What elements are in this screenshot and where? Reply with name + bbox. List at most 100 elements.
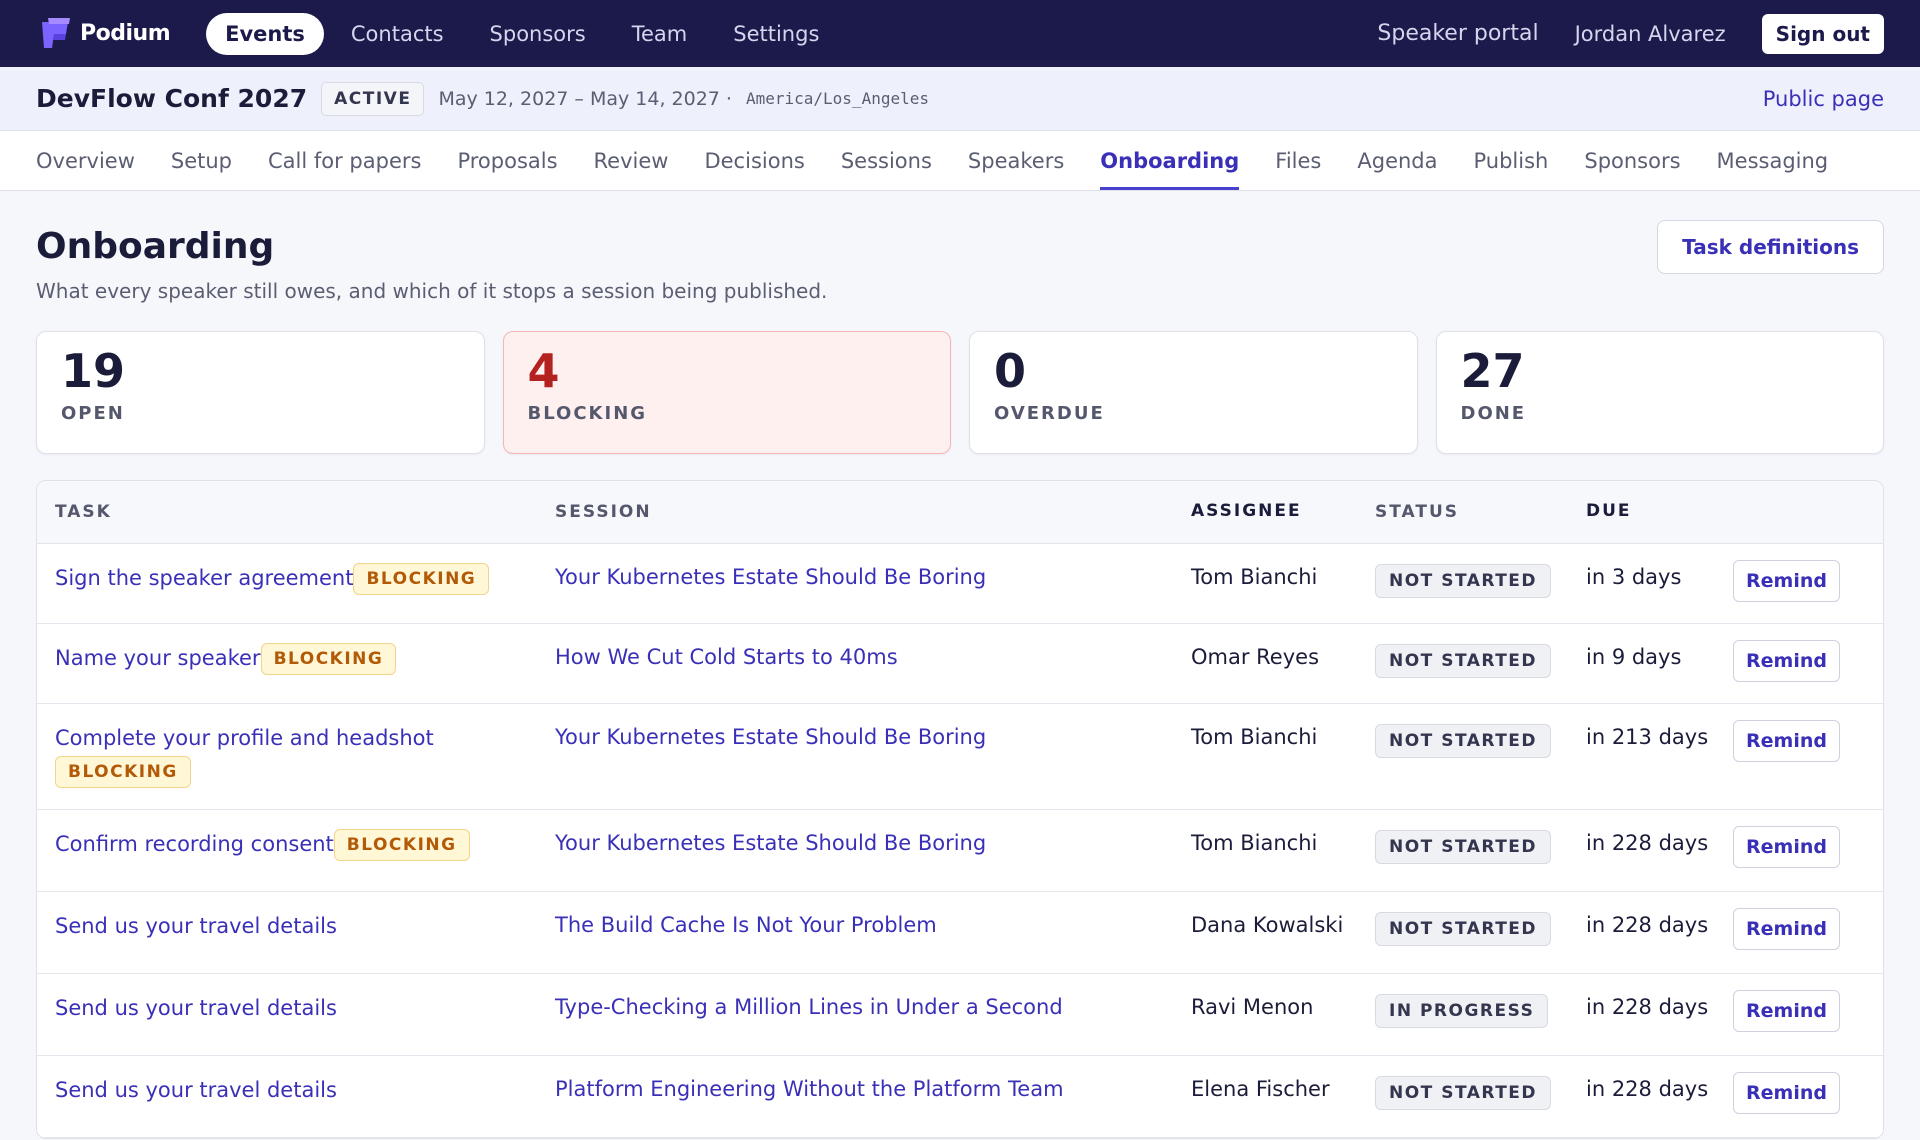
task-definitions-button[interactable]: Task definitions [1657, 220, 1884, 274]
remind-button[interactable]: Remind [1733, 908, 1840, 950]
speaker-portal-link[interactable]: Speaker portal [1377, 21, 1538, 46]
column-header-session[interactable]: SESSION [555, 502, 1191, 522]
status-badge: NOT STARTED [1375, 644, 1552, 678]
session-cell: Type-Checking a Million Lines in Under a… [555, 974, 1191, 1055]
stat-value: 19 [61, 344, 126, 398]
task-cell: Complete your profile and headshot BLOCKI… [37, 704, 555, 809]
session-cell: The Build Cache Is Not Your Problem [555, 892, 1191, 973]
task-link[interactable]: Send us your travel details [55, 1078, 337, 1102]
status-badge: NOT STARTED [1375, 564, 1552, 598]
task-cell: Send us your travel details [37, 892, 555, 973]
assignee-cell: Tom Bianchi [1191, 565, 1318, 589]
task-cell: Send us your travel details [37, 1056, 555, 1137]
session-link[interactable]: Your Kubernetes Estate Should Be Boring [555, 565, 986, 589]
main-content: Onboarding What every speaker still owes… [0, 191, 1920, 1139]
event-timezone: America/Los_Angeles [745, 89, 929, 108]
table-row: Send us your travel details Type-Checking… [37, 974, 1883, 1056]
status-cell: NOT STARTED [1375, 810, 1586, 891]
task-link[interactable]: Send us your travel details [55, 996, 337, 1020]
table-row: Name your speaker BLOCKING How We Cut Cold… [37, 624, 1883, 704]
task-link[interactable]: Sign the speaker agreement [55, 566, 353, 590]
task-cell: Confirm recording consent BLOCKING [37, 810, 555, 891]
tab-files[interactable]: Files [1275, 131, 1321, 190]
session-link[interactable]: Platform Engineering Without the Platfor… [555, 1077, 1064, 1101]
column-header-status[interactable]: STATUS [1375, 502, 1586, 522]
stat-value: 4 [527, 344, 560, 398]
table-body: Sign the speaker agreement BLOCKING Your K… [37, 544, 1883, 1138]
tab-setup[interactable]: Setup [171, 131, 232, 190]
session-cell: Platform Engineering Without the Platfor… [555, 1056, 1191, 1137]
public-page-link[interactable]: Public page [1763, 87, 1884, 111]
column-header-task[interactable]: TASK [37, 502, 555, 522]
column-header-due[interactable]: DUE [1586, 499, 1738, 525]
event-bar: DevFlow Conf 2027 ACTIVE May 12, 2027 – … [0, 67, 1920, 131]
task-link[interactable]: Confirm recording consent [55, 832, 334, 856]
remind-button[interactable]: Remind [1733, 1072, 1840, 1114]
tab-sessions[interactable]: Sessions [841, 131, 932, 190]
table-header: TASK SESSION ASSIGNEE STATUS DUE [37, 481, 1883, 544]
table-row: Confirm recording consent BLOCKING Your Ku… [37, 810, 1883, 892]
due-cell: in 3 days [1586, 565, 1682, 589]
session-cell: How We Cut Cold Starts to 40ms [555, 624, 1191, 703]
page-title: Onboarding [36, 226, 275, 267]
table-row: Sign the speaker agreement BLOCKING Your K… [37, 544, 1883, 624]
tab-agenda[interactable]: Agenda [1357, 131, 1437, 190]
nav-contacts[interactable]: Contacts [332, 13, 463, 55]
status-cell: NOT STARTED [1375, 704, 1586, 809]
session-link[interactable]: Your Kubernetes Estate Should Be Boring [555, 831, 986, 855]
event-status-badge: ACTIVE [321, 81, 425, 116]
action-cell: Remind [1733, 810, 1856, 891]
remind-button[interactable]: Remind [1733, 826, 1840, 868]
main-nav: Events Contacts Sponsors Team Settings [206, 12, 1377, 55]
session-link[interactable]: Type-Checking a Million Lines in Under a… [555, 995, 1063, 1019]
assignee-cell: Tom Bianchi [1191, 725, 1318, 749]
session-link[interactable]: Your Kubernetes Estate Should Be Boring [555, 725, 986, 749]
task-link[interactable]: Name your speaker [55, 646, 261, 670]
tab-proposals[interactable]: Proposals [457, 131, 557, 190]
action-cell: Remind [1733, 704, 1856, 809]
remind-button[interactable]: Remind [1733, 720, 1840, 762]
session-link[interactable]: How We Cut Cold Starts to 40ms [555, 645, 898, 669]
stat-overdue: 0 OVERDUE [969, 331, 1418, 454]
assignee-cell: Dana Kowalski [1191, 913, 1344, 937]
stat-open: 19 OPEN [36, 331, 485, 454]
tab-call-for-papers[interactable]: Call for papers [268, 131, 421, 190]
table-row: Send us your travel details Platform Engi… [37, 1056, 1883, 1138]
brand-name: Podium [80, 21, 171, 46]
brand-logo[interactable]: Podium [36, 14, 171, 54]
stat-value: 27 [1460, 344, 1525, 398]
due-cell: in 228 days [1586, 831, 1709, 855]
column-header-assignee[interactable]: ASSIGNEE [1191, 499, 1375, 525]
assignee-cell: Tom Bianchi [1191, 831, 1318, 855]
task-link[interactable]: Send us your travel details [55, 914, 337, 938]
status-badge: NOT STARTED [1375, 1076, 1552, 1110]
action-cell: Remind [1733, 544, 1856, 623]
tab-review[interactable]: Review [594, 131, 669, 190]
nav-team[interactable]: Team [613, 13, 707, 55]
remind-button[interactable]: Remind [1733, 560, 1840, 602]
tab-publish[interactable]: Publish [1474, 131, 1549, 190]
top-bar: Podium Events Contacts Sponsors Team Set… [0, 0, 1920, 67]
remind-button[interactable]: Remind [1733, 990, 1840, 1032]
task-cell: Name your speaker BLOCKING [37, 624, 555, 703]
task-link[interactable]: Complete your profile and headshot [55, 726, 434, 750]
task-cell: Sign the speaker agreement BLOCKING [37, 544, 555, 623]
tab-messaging[interactable]: Messaging [1717, 131, 1829, 190]
nav-events[interactable]: Events [206, 12, 324, 55]
assignee-cell: Elena Fischer [1191, 1077, 1330, 1101]
status-cell: NOT STARTED [1375, 892, 1586, 973]
tab-overview[interactable]: Overview [36, 131, 135, 190]
nav-settings[interactable]: Settings [714, 13, 838, 55]
status-badge: NOT STARTED [1375, 724, 1552, 758]
sign-out-button[interactable]: Sign out [1761, 13, 1884, 54]
session-link[interactable]: The Build Cache Is Not Your Problem [555, 913, 937, 937]
tab-sponsors[interactable]: Sponsors [1584, 131, 1680, 190]
event-title: DevFlow Conf 2027 [36, 84, 308, 113]
blocking-badge: BLOCKING [353, 563, 490, 595]
tab-speakers[interactable]: Speakers [968, 131, 1064, 190]
nav-sponsors[interactable]: Sponsors [471, 13, 605, 55]
status-cell: IN PROGRESS [1375, 974, 1586, 1055]
tab-onboarding[interactable]: Onboarding [1100, 131, 1240, 190]
tab-decisions[interactable]: Decisions [704, 131, 804, 190]
remind-button[interactable]: Remind [1733, 640, 1840, 682]
